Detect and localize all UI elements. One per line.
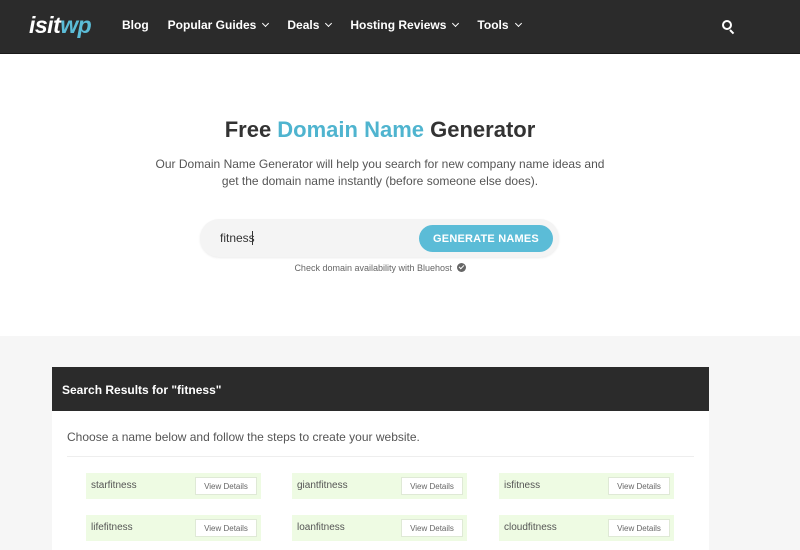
- nav-item-hosting-reviews[interactable]: Hosting Reviews: [350, 18, 460, 32]
- chevron-down-icon: [325, 19, 333, 28]
- domain-name-card[interactable]: loanfitness View Details: [292, 515, 467, 541]
- domain-name-card[interactable]: starfitness View Details: [86, 473, 261, 499]
- nav-label: Popular Guides: [167, 18, 257, 32]
- domain-name: giantfitness: [297, 480, 348, 491]
- nav-label: Hosting Reviews: [350, 18, 447, 32]
- domain-name: cloudfitness: [504, 522, 557, 533]
- main-nav: Blog Popular Guides Deals Hosting Review…: [122, 18, 540, 32]
- availability-note-text: Check domain availability with Bluehost: [294, 263, 453, 273]
- logo-text-part2: wp: [60, 12, 92, 38]
- divider: [67, 456, 694, 457]
- chevron-down-icon: [262, 19, 270, 28]
- title-suffix: Generator: [424, 117, 536, 142]
- view-details-button[interactable]: View Details: [401, 519, 463, 537]
- domain-name: lifefitness: [91, 522, 133, 533]
- results-header: Search Results for "fitness": [52, 367, 709, 411]
- site-logo[interactable]: isitwp: [29, 12, 92, 39]
- chevron-down-icon: [514, 19, 522, 28]
- view-details-button[interactable]: View Details: [608, 477, 670, 495]
- nav-label: Deals: [287, 18, 320, 32]
- domain-name-card[interactable]: lifefitness View Details: [86, 515, 261, 541]
- check-circle-icon: [456, 263, 466, 272]
- nav-item-deals[interactable]: Deals: [287, 18, 333, 32]
- domain-name-card[interactable]: giantfitness View Details: [292, 473, 467, 499]
- search-icon-handle: [729, 29, 735, 35]
- domain-keyword-input[interactable]: [220, 229, 410, 247]
- nav-label: Blog: [122, 18, 149, 32]
- nav-item-blog[interactable]: Blog: [122, 18, 149, 32]
- view-details-button[interactable]: View Details: [401, 477, 463, 495]
- generate-names-button[interactable]: GENERATE NAMES: [419, 225, 553, 252]
- title-highlight: Domain Name: [277, 117, 425, 142]
- domain-name-card[interactable]: cloudfitness View Details: [499, 515, 674, 541]
- view-details-button[interactable]: View Details: [608, 519, 670, 537]
- results-heading: Search Results for "fitness": [62, 383, 222, 397]
- nav-label: Tools: [477, 18, 509, 32]
- page-title: Free Domain Name Generator: [0, 117, 760, 143]
- availability-note[interactable]: Check domain availability with Bluehost: [0, 263, 760, 273]
- title-prefix: Free: [224, 117, 278, 142]
- view-details-button[interactable]: View Details: [195, 477, 257, 495]
- nav-item-tools[interactable]: Tools: [477, 18, 522, 32]
- text-cursor: [252, 231, 253, 245]
- domain-name: loanfitness: [297, 522, 345, 533]
- domain-name-card[interactable]: isfitness View Details: [499, 473, 674, 499]
- domain-name: starfitness: [91, 480, 137, 491]
- nav-item-popular-guides[interactable]: Popular Guides: [167, 18, 270, 32]
- top-navigation-bar: isitwp Blog Popular Guides Deals Hosting…: [0, 0, 800, 54]
- domain-name: isfitness: [504, 480, 541, 491]
- page-description: Our Domain Name Generator will help you …: [155, 157, 605, 188]
- results-instructions: Choose a name below and follow the steps…: [67, 430, 420, 444]
- logo-text-part1: isit: [29, 12, 61, 38]
- search-icon[interactable]: [722, 20, 736, 35]
- chevron-down-icon: [452, 19, 460, 28]
- view-details-button[interactable]: View Details: [195, 519, 257, 537]
